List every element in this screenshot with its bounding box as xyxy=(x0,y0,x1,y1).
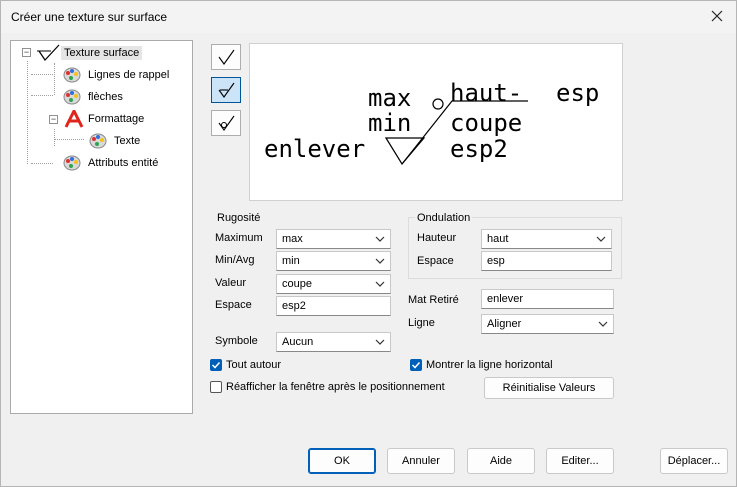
mat-retire-label: Mat Retiré xyxy=(408,294,459,306)
annuler-button[interactable]: Annuler xyxy=(387,448,455,474)
maximum-value: max xyxy=(282,233,303,245)
tree-connector xyxy=(27,61,28,164)
check-circle-symbol-icon xyxy=(218,115,235,131)
minavg-value: min xyxy=(282,255,300,267)
mat-retire-value: enlever xyxy=(487,293,524,305)
symbol-basic-button[interactable] xyxy=(211,44,241,70)
tout-autour-checkbox[interactable]: Tout autour xyxy=(210,359,281,371)
tree-item-formattage[interactable]: Formattage xyxy=(63,109,147,129)
ligne-label: Ligne xyxy=(408,317,435,329)
ok-button[interactable]: OK xyxy=(308,448,376,474)
preview-max-text: max xyxy=(368,84,411,112)
symbole-select[interactable]: Aucun xyxy=(276,332,391,352)
expand-toggle-formattage[interactable]: − xyxy=(49,115,58,124)
ondulation-espace-input[interactable]: esp xyxy=(481,251,612,271)
title-bar: Créer une texture sur surface xyxy=(1,1,736,33)
tree-connector xyxy=(54,63,55,95)
window-title: Créer une texture sur surface xyxy=(11,10,168,24)
symbole-value: Aucun xyxy=(282,336,314,348)
tree-connector xyxy=(31,95,53,96)
hauteur-value: haut xyxy=(487,233,509,245)
deplacer-button[interactable]: Déplacer... xyxy=(660,448,728,474)
tree-item-label: Attributs entité xyxy=(88,157,159,169)
mat-retire-input[interactable]: enlever xyxy=(481,289,614,309)
espace-input[interactable]: esp2 xyxy=(276,296,391,316)
preview-drawing: max min enlever haut- esp coupe esp2 xyxy=(264,79,599,166)
tout-autour-label: Tout autour xyxy=(226,359,282,371)
valeur-select[interactable]: coupe xyxy=(276,274,391,294)
surface-texture-icon xyxy=(37,44,60,61)
tree-item-attributs-entite[interactable]: Attributs entité xyxy=(63,153,161,173)
tree-item-label: Texture surface xyxy=(61,46,143,60)
tree-connector xyxy=(31,74,53,75)
maximum-label: Maximum xyxy=(215,232,263,244)
reinitialise-valeurs-button[interactable]: Réinitialise Valeurs xyxy=(484,377,614,399)
chevron-down-icon xyxy=(598,321,608,327)
tree-item-lignes-de-rappel[interactable]: Lignes de rappel xyxy=(63,65,172,85)
palette-icon xyxy=(89,133,107,149)
reafficher-label: Réafficher la fenêtre après le positionn… xyxy=(226,381,445,393)
ondulation-espace-label: Espace xyxy=(417,255,454,267)
checkbox-checked-icon xyxy=(410,359,422,371)
tree-item-texte[interactable]: Texte xyxy=(89,131,143,151)
aide-button[interactable]: Aide xyxy=(467,448,535,474)
checkbox-checked-icon xyxy=(210,359,222,371)
valeur-label: Valeur xyxy=(215,277,246,289)
ligne-value: Aligner xyxy=(487,318,522,330)
editer-button[interactable]: Editer... xyxy=(546,448,614,474)
check-symbol-icon xyxy=(218,49,235,65)
symbol-machining-required-button[interactable] xyxy=(211,77,241,103)
symbol-preview: max min enlever haut- esp coupe esp2 xyxy=(249,43,623,201)
montrer-ligne-label: Montrer la ligne horizontal xyxy=(426,359,553,371)
minavg-label: Min/Avg xyxy=(215,254,255,266)
tree-item-label: Formattage xyxy=(88,113,145,125)
preview-esp-text: esp xyxy=(556,79,599,107)
tree-item-label: flèches xyxy=(88,91,123,103)
chevron-down-icon xyxy=(375,339,385,345)
reafficher-checkbox[interactable]: Réafficher la fenêtre après le positionn… xyxy=(210,381,445,393)
maximum-select[interactable]: max xyxy=(276,229,391,249)
ligne-select[interactable]: Aligner xyxy=(481,314,614,334)
font-a-icon xyxy=(64,110,84,128)
palette-icon xyxy=(63,155,81,171)
symbol-machining-prohibited-button[interactable] xyxy=(211,110,241,136)
ondulation-title: Ondulation xyxy=(415,212,473,224)
chevron-down-icon xyxy=(596,236,606,242)
category-tree[interactable]: − Texture surface Lignes de rappel flèch… xyxy=(10,40,193,414)
espace-label: Espace xyxy=(215,299,252,311)
tree-connector xyxy=(54,139,84,140)
hauteur-select[interactable]: haut xyxy=(481,229,612,249)
valeur-value: coupe xyxy=(282,278,312,290)
checkbox-unchecked-icon xyxy=(210,381,222,393)
minavg-select[interactable]: min xyxy=(276,251,391,271)
palette-icon xyxy=(63,67,81,83)
expand-toggle-texture[interactable]: − xyxy=(22,48,31,57)
chevron-down-icon xyxy=(375,236,385,242)
palette-icon xyxy=(63,89,81,105)
preview-haut-text: haut- xyxy=(450,79,522,107)
close-icon xyxy=(711,10,723,22)
preview-enlever-text: enlever xyxy=(264,135,365,163)
montrer-ligne-checkbox[interactable]: Montrer la ligne horizontal xyxy=(410,359,553,371)
espace-value: esp2 xyxy=(282,300,306,312)
chevron-down-icon xyxy=(375,281,385,287)
tree-connector xyxy=(31,163,53,164)
symbole-label: Symbole xyxy=(215,335,258,347)
chevron-down-icon xyxy=(375,258,385,264)
tree-item-texture-surface[interactable]: Texture surface xyxy=(37,43,143,63)
tree-item-label: Texte xyxy=(114,135,141,147)
preview-esp2-text: esp2 xyxy=(450,135,508,163)
dialog-window: Créer une texture sur surface − Texture … xyxy=(0,0,737,487)
tree-item-label: Lignes de rappel xyxy=(88,69,170,81)
check-bar-symbol-icon xyxy=(218,82,235,98)
rugosite-title: Rugosité xyxy=(217,212,261,224)
preview-coupe-text: coupe xyxy=(450,109,522,137)
close-button[interactable] xyxy=(704,5,730,27)
tree-connector xyxy=(54,129,55,146)
hauteur-label: Hauteur xyxy=(417,232,457,244)
tree-item-fleches[interactable]: flèches xyxy=(63,87,126,107)
preview-min-text: min xyxy=(368,109,411,137)
ondulation-espace-value: esp xyxy=(487,255,505,267)
